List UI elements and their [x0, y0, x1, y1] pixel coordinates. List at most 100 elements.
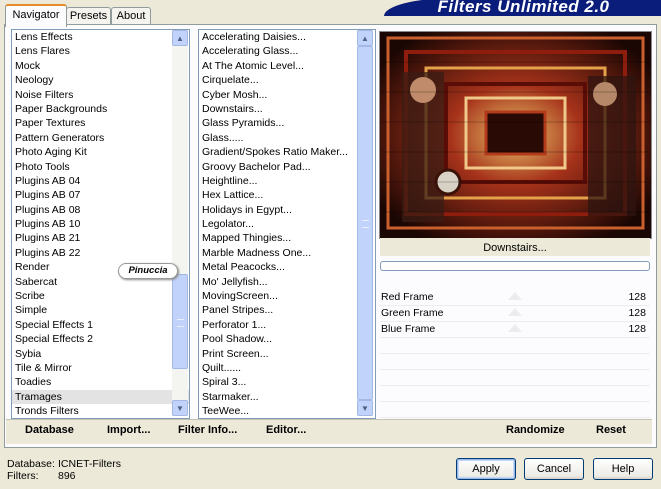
category-item[interactable]: Simple: [12, 303, 189, 317]
slider-value: 128: [628, 307, 646, 319]
filter-item[interactable]: Metal Peacocks...: [199, 260, 375, 274]
filter-item[interactable]: Pool Shadow...: [199, 332, 375, 346]
filter-item[interactable]: Glass Pyramids...: [199, 116, 375, 130]
category-item[interactable]: Photo Aging Kit: [12, 145, 189, 159]
empty-slider-row: [380, 402, 650, 418]
category-item[interactable]: Tile & Mirror: [12, 361, 189, 375]
filter-item[interactable]: Holidays in Egypt...: [199, 203, 375, 217]
category-item[interactable]: Sybia: [12, 347, 189, 361]
slider-label: Green Frame: [381, 307, 444, 319]
watermark-badge: Pinuccia: [118, 263, 178, 279]
filter-item[interactable]: Hex Lattice...: [199, 188, 375, 202]
tab-about[interactable]: About: [111, 7, 151, 25]
filter-item[interactable]: Glass.....: [199, 131, 375, 145]
editor-button[interactable]: Editor...: [266, 424, 306, 436]
slider-blue-frame[interactable]: Blue Frame 128: [380, 322, 650, 338]
category-list[interactable]: Lens Effects Lens Flares Mock Neology Noise …: [11, 29, 190, 419]
slider-red-frame[interactable]: Red Frame 128: [380, 290, 650, 306]
filter-item[interactable]: Cyber Mosh...: [199, 88, 375, 102]
filter-item[interactable]: Quilt......: [199, 361, 375, 375]
filter-item[interactable]: Marble Madness One...: [199, 246, 375, 260]
filter-item[interactable]: Mapped Thingies...: [199, 231, 375, 245]
slider-value: 128: [628, 323, 646, 335]
help-button[interactable]: Help: [593, 458, 653, 480]
filter-item[interactable]: Print Screen...: [199, 347, 375, 361]
app-title-banner: Filters Unlimited 2.0: [384, 0, 661, 16]
preview-filter-label: Downstairs...: [380, 238, 650, 256]
filter-item[interactable]: Mo' Jellyfish...: [199, 275, 375, 289]
reset-button[interactable]: Reset: [596, 424, 626, 436]
category-item[interactable]: Special Effects 2: [12, 332, 189, 346]
cancel-button[interactable]: Cancel: [524, 458, 584, 480]
category-scroll-thumb[interactable]: [172, 274, 188, 369]
filter-item[interactable]: Heightline...: [199, 174, 375, 188]
filter-item[interactable]: Accelerating Glass...: [199, 44, 375, 58]
scroll-up-icon[interactable]: ▲: [172, 30, 188, 46]
filter-item[interactable]: MovingScreen...: [199, 289, 375, 303]
database-button[interactable]: Database: [25, 424, 74, 436]
category-item[interactable]: Pattern Generators: [12, 131, 189, 145]
category-scrollbar[interactable]: ▲ ▼: [172, 30, 188, 416]
import-button[interactable]: Import...: [107, 424, 150, 436]
category-item[interactable]: Lens Flares: [12, 44, 189, 58]
filter-item[interactable]: Starmaker...: [199, 390, 375, 404]
filter-list[interactable]: Accelerating Daisies... Accelerating Glas…: [198, 29, 376, 419]
scroll-down-icon[interactable]: ▼: [172, 400, 188, 416]
empty-slider-row: [380, 386, 650, 402]
filter-item[interactable]: Downstairs...: [199, 102, 375, 116]
filter-scrollbar[interactable]: ▲ ▼: [357, 30, 373, 416]
category-item[interactable]: Noise Filters: [12, 88, 189, 102]
category-item[interactable]: Plugins AB 22: [12, 246, 189, 260]
category-item[interactable]: Plugins AB 07: [12, 188, 189, 202]
filter-item[interactable]: TeeWee...: [199, 404, 375, 418]
category-item[interactable]: Plugins AB 21: [12, 231, 189, 245]
scroll-up-icon[interactable]: ▲: [357, 30, 373, 46]
filter-item[interactable]: At The Atomic Level...: [199, 59, 375, 73]
slider-marker-icon[interactable]: [508, 324, 522, 332]
slider-green-frame[interactable]: Green Frame 128: [380, 306, 650, 322]
category-item[interactable]: Lens Effects: [12, 30, 189, 44]
category-item[interactable]: Paper Backgrounds: [12, 102, 189, 116]
category-item[interactable]: Scribe: [12, 289, 189, 303]
preview-artwork: [380, 32, 651, 238]
slider-label: Red Frame: [381, 291, 434, 303]
empty-slider-row: [380, 354, 650, 370]
empty-slider-row: [380, 370, 650, 386]
filter-item-selected-label: Downstairs...: [202, 102, 263, 115]
tab-presets[interactable]: Presets: [66, 7, 111, 25]
progress-bar: [380, 261, 650, 271]
filter-item[interactable]: Perforator 1...: [199, 318, 375, 332]
filter-item[interactable]: Accelerating Daisies...: [199, 30, 375, 44]
category-item[interactable]: Plugins AB 08: [12, 203, 189, 217]
filter-info-button[interactable]: Filter Info...: [178, 424, 237, 436]
filter-preview-image: [379, 31, 652, 239]
filter-scroll-thumb[interactable]: [357, 46, 373, 400]
apply-button[interactable]: Apply: [456, 458, 516, 480]
slider-label: Blue Frame: [381, 323, 436, 335]
category-item[interactable]: Tronds Filters: [12, 404, 189, 418]
filter-item[interactable]: Legolator...: [199, 217, 375, 231]
category-item[interactable]: Special Effects 1: [12, 318, 189, 332]
category-item[interactable]: Plugins AB 10: [12, 217, 189, 231]
slider-marker-icon[interactable]: [508, 292, 522, 300]
category-item[interactable]: Neology: [12, 73, 189, 87]
category-item[interactable]: Mock: [12, 59, 189, 73]
status-database-value: ICNET-Filters: [58, 458, 121, 470]
tab-navigator[interactable]: Navigator: [5, 4, 67, 27]
category-item[interactable]: Toadies: [12, 375, 189, 389]
slider-value: 128: [628, 291, 646, 303]
filter-item[interactable]: Gradient/Spokes Ratio Maker...: [199, 145, 375, 159]
filter-item[interactable]: Spiral 3...: [199, 375, 375, 389]
empty-slider-row: [380, 338, 650, 354]
randomize-button[interactable]: Randomize: [506, 424, 565, 436]
category-item[interactable]: Photo Tools: [12, 160, 189, 174]
filter-item[interactable]: Panel Stripes...: [199, 303, 375, 317]
category-item[interactable]: Tramages: [12, 389, 189, 405]
scroll-down-icon[interactable]: ▼: [357, 400, 373, 416]
category-item[interactable]: Paper Textures: [12, 116, 189, 130]
status-database-label: Database:: [7, 458, 55, 470]
slider-marker-icon[interactable]: [508, 308, 522, 316]
filter-item[interactable]: Groovy Bachelor Pad...: [199, 160, 375, 174]
filter-item[interactable]: Cirquelate...: [199, 73, 375, 87]
category-item[interactable]: Plugins AB 04: [12, 174, 189, 188]
